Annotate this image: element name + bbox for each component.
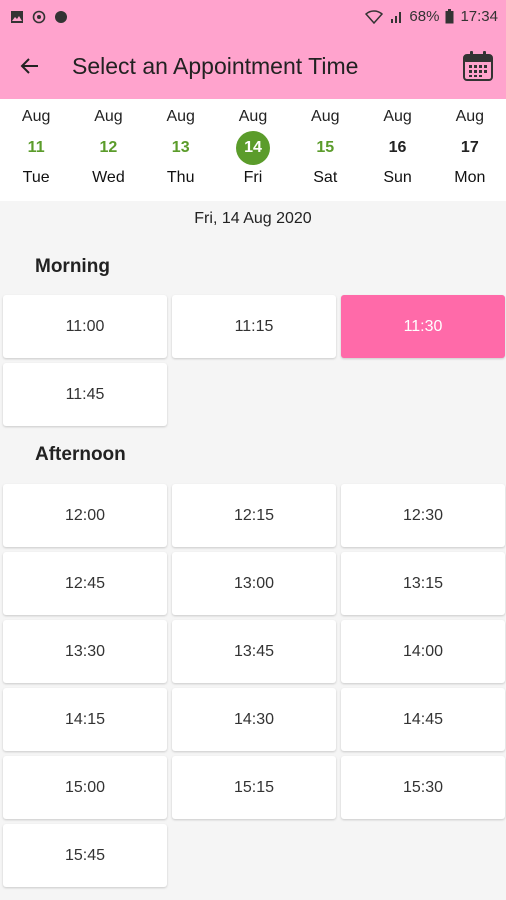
day-cell[interactable]: Aug 12 Wed (72, 99, 144, 201)
time-slot[interactable]: 15:00 (3, 756, 167, 819)
back-button[interactable] (0, 33, 60, 99)
day-weekday: Mon (454, 169, 486, 186)
time-slot[interactable]: 14:00 (341, 620, 505, 683)
time-slot-selected[interactable]: 11:30 (341, 295, 505, 358)
week-day-selector: Aug 11 Tue Aug 12 Wed Aug 13 Thu Aug 14 … (0, 99, 506, 201)
day-cell[interactable]: Aug 11 Tue (0, 99, 72, 201)
day-weekday: Sun (383, 169, 412, 186)
battery-icon (445, 9, 454, 24)
battery-percent: 68% (409, 8, 440, 25)
day-cell[interactable]: Aug 15 Sat (289, 99, 361, 201)
day-cell[interactable]: Aug 17 Mon (434, 99, 506, 201)
calendar-icon (463, 51, 493, 81)
day-number: 15 (316, 139, 335, 156)
wifi-icon (365, 9, 384, 24)
page-title: Select an Appointment Time (72, 52, 359, 79)
time-slot[interactable]: 15:15 (172, 756, 336, 819)
time-slot[interactable]: 13:45 (172, 620, 336, 683)
time-slot[interactable]: 11:45 (3, 363, 167, 426)
afternoon-section-title: Afternoon (35, 444, 126, 465)
day-month: Aug (166, 108, 195, 125)
calendar-button[interactable] (450, 33, 506, 99)
day-weekday: Tue (22, 169, 50, 186)
time-slot[interactable]: 12:45 (3, 552, 167, 615)
time-slot[interactable]: 12:15 (172, 484, 336, 547)
morning-section-title: Morning (35, 256, 110, 277)
time-slot[interactable]: 13:30 (3, 620, 167, 683)
time-slot[interactable]: 15:45 (3, 824, 167, 887)
day-number: 14 (235, 131, 270, 165)
time-slot[interactable]: 12:00 (3, 484, 167, 547)
selected-date-label: Fri, 14 Aug 2020 (194, 210, 312, 227)
day-number: 17 (460, 139, 479, 156)
clock: 17:34 (460, 8, 498, 25)
day-month: Aug (94, 108, 123, 125)
signal-icon (391, 11, 402, 23)
time-slot[interactable]: 12:30 (341, 484, 505, 547)
day-month: Aug (455, 108, 485, 125)
status-icons-right: 68% 17:34 (365, 8, 498, 25)
day-month: Aug (238, 108, 268, 125)
day-number: 16 (388, 139, 407, 156)
day-month: Aug (383, 108, 412, 125)
day-weekday: Fri (243, 169, 263, 186)
day-month: Aug (311, 108, 340, 125)
day-number: 13 (171, 139, 190, 156)
arrow-back-icon (20, 58, 38, 74)
time-slot[interactable]: 11:15 (172, 295, 336, 358)
app-bar: Select an Appointment Time (0, 33, 506, 99)
day-number: 11 (27, 139, 45, 156)
day-weekday: Thu (166, 169, 195, 186)
morning-slots-grid: 11:00 11:15 11:30 11:45 (0, 295, 506, 426)
day-weekday: Sat (313, 169, 338, 186)
status-icons-left (10, 10, 68, 24)
time-slot[interactable]: 14:45 (341, 688, 505, 751)
status-bar: 68% 17:34 (0, 0, 506, 33)
day-cell[interactable]: Aug 16 Sun (361, 99, 433, 201)
afternoon-slots-grid: 12:00 12:15 12:30 12:45 13:00 13:15 13:3… (0, 484, 506, 887)
time-slot[interactable]: 13:15 (341, 552, 505, 615)
day-number: 12 (99, 139, 118, 156)
app-notification-icon (55, 10, 67, 23)
time-slot[interactable]: 11:00 (3, 295, 167, 358)
image-icon (11, 10, 23, 23)
day-cell-selected[interactable]: Aug 14 Fri (217, 99, 289, 201)
day-weekday: Wed (92, 169, 125, 186)
day-cell[interactable]: Aug 13 Thu (145, 99, 217, 201)
time-slot[interactable]: 14:30 (172, 688, 336, 751)
time-slot[interactable]: 15:30 (341, 756, 505, 819)
day-month: Aug (21, 108, 51, 125)
sync-icon (32, 10, 46, 23)
time-slot[interactable]: 14:15 (3, 688, 167, 751)
time-slot[interactable]: 13:00 (172, 552, 336, 615)
